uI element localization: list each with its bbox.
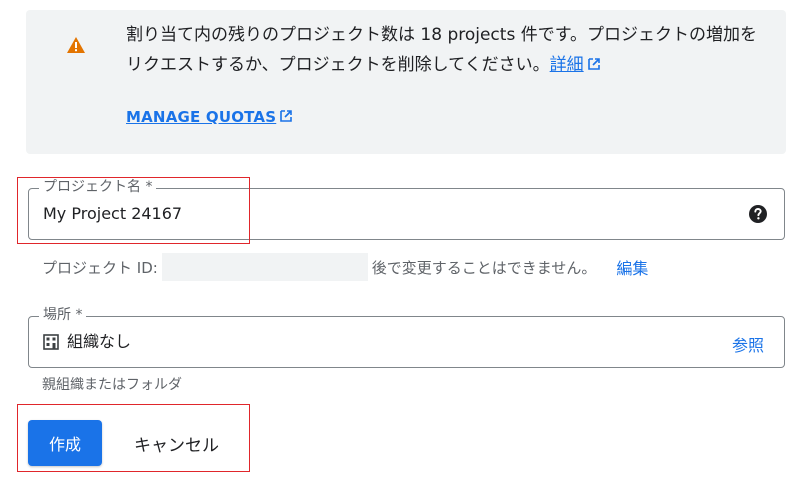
- manage-quotas-label: MANAGE QUOTAS: [126, 108, 277, 126]
- edit-project-id-link[interactable]: 編集: [616, 255, 648, 279]
- building-icon: [43, 334, 59, 350]
- create-button[interactable]: 作成: [28, 420, 102, 466]
- details-link[interactable]: 詳細: [550, 55, 584, 75]
- browse-button[interactable]: 参照: [732, 332, 764, 356]
- quota-message-text: 割り当て内の残りのプロジェクト数は 18 projects 件です。プロジェクト…: [126, 25, 758, 75]
- project-id-row: プロジェクト ID: 後で変更することはできません。 編集: [42, 253, 648, 281]
- external-link-icon: [280, 110, 293, 122]
- quota-message: 割り当て内の残りのプロジェクト数は 18 projects 件です。プロジェクト…: [126, 20, 766, 80]
- location-value: 組織なし: [67, 332, 132, 351]
- project-name-input[interactable]: My Project 24167: [43, 203, 182, 225]
- external-link-icon: [587, 58, 600, 70]
- help-icon[interactable]: [748, 204, 768, 224]
- location-label: 場所 *: [39, 306, 87, 324]
- manage-quotas-link[interactable]: MANAGE QUOTAS: [126, 108, 293, 126]
- location-hint: 親組織またはフォルダ: [42, 377, 182, 393]
- project-id-value-redacted: [161, 253, 368, 281]
- create-project-form: 割り当て内の残りのプロジェクト数は 18 projects 件です。プロジェクト…: [0, 0, 793, 483]
- project-id-note: 後で変更することはできません。: [371, 258, 597, 277]
- warning-icon: [67, 37, 85, 53]
- details-link-label: 詳細: [549, 55, 584, 75]
- project-name-field[interactable]: プロジェクト名 * My Project 24167: [28, 178, 785, 240]
- cancel-button[interactable]: キャンセル: [124, 420, 229, 466]
- project-name-label: プロジェクト名 *: [39, 178, 157, 196]
- location-field[interactable]: 場所 * 組織なし 参照: [28, 306, 785, 368]
- project-id-prefix: プロジェクト ID:: [42, 258, 158, 277]
